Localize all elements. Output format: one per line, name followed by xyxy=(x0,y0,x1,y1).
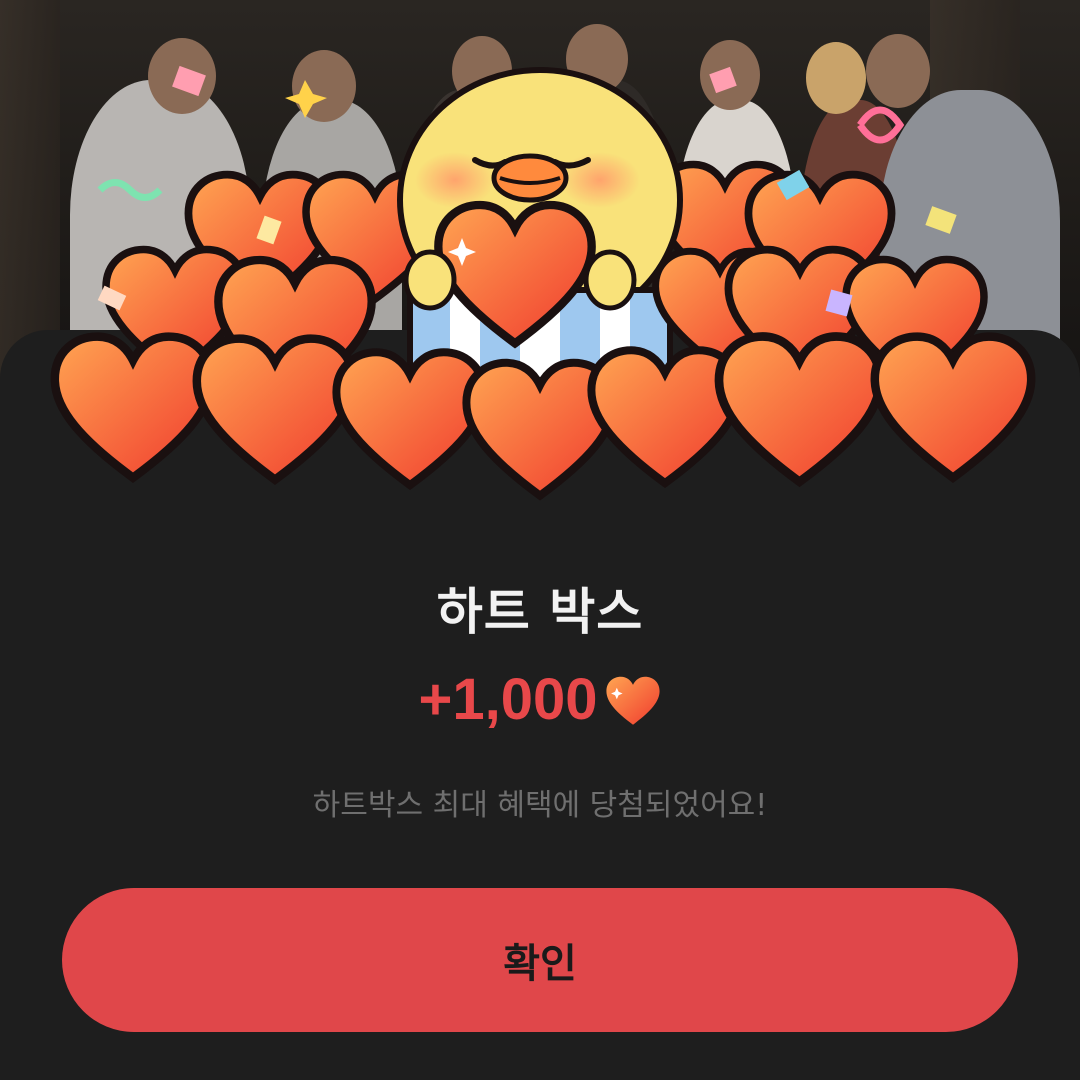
dialog-title: 하트 박스 xyxy=(436,583,644,641)
heart-icon xyxy=(605,676,660,725)
reward-amount: +1,000 xyxy=(418,667,598,732)
heart-box-illustration xyxy=(0,65,1080,520)
heart-box-dialog-screen: 하트 박스 +1,000 하트박스 최대 혜택에 당첨되었어요! 확인 xyxy=(0,0,1080,1080)
reward-row: +1,000 xyxy=(0,666,1080,733)
result-message: 하트박스 최대 혜택에 당첨되었어요! xyxy=(312,788,768,823)
confirm-button[interactable]: 확인 xyxy=(62,888,1018,1032)
